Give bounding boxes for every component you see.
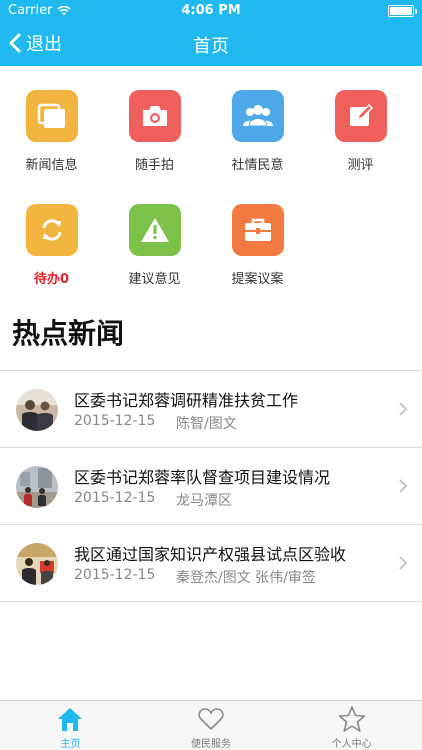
photo-tile xyxy=(128,90,181,142)
page-title: 首页 xyxy=(193,36,229,57)
tab-home[interactable]: 主页 xyxy=(0,701,141,750)
heart-icon xyxy=(198,708,224,731)
feature-review[interactable]: 测评 xyxy=(309,90,412,173)
home-icon xyxy=(58,708,83,731)
status-bar: Carrier 4:06 PM xyxy=(0,0,422,22)
tab-label: 便民服务 xyxy=(191,739,231,750)
chevron-right-icon xyxy=(399,556,408,570)
proposal-tile xyxy=(231,204,284,256)
feature-label: 测评 xyxy=(347,158,374,173)
feature-proposal[interactable]: 提案议案 xyxy=(206,204,309,287)
feature-label: 建议意见 xyxy=(128,272,181,287)
news-row[interactable]: 区委书记郑蓉率队督查项目建设情况 2015-12-15 龙马潭区 xyxy=(0,448,422,525)
feature-label: 社情民意 xyxy=(231,158,284,173)
nav-bar: 退出 首页 xyxy=(0,22,422,66)
news-date: 2015-12-15 xyxy=(74,490,156,506)
news-author: 龙马潭区 xyxy=(176,493,232,509)
todo-count-label: 待办0 xyxy=(33,272,70,287)
review-tile xyxy=(334,90,387,142)
app-header: Carrier 4:06 PM 退出 首页 xyxy=(0,0,422,66)
chevron-right-icon xyxy=(399,479,408,493)
news-date: 2015-12-15 xyxy=(74,567,156,583)
todo-tile xyxy=(25,204,78,256)
tab-bar: 主页 便民服务 个人中心 xyxy=(0,700,422,750)
news-title: 区委书记郑蓉调研精准扶贫工作 xyxy=(74,391,299,410)
edit-icon xyxy=(349,103,373,126)
tab-profile[interactable]: 个人中心 xyxy=(281,701,422,750)
status-time: 4:06 PM xyxy=(181,3,241,18)
section-title: 热点新闻 xyxy=(12,317,125,350)
news-row[interactable]: 我区通过国家知识产权强县试点区验收 2015-12-15 秦登杰/图文 张伟/审… xyxy=(0,525,422,602)
feature-opinion[interactable]: 社情民意 xyxy=(206,90,309,173)
warning-icon xyxy=(140,218,169,242)
briefcase-icon xyxy=(244,218,271,241)
news-row[interactable]: 区委书记郑蓉调研精准扶贫工作 2015-12-15 陈智/图文 xyxy=(0,371,422,448)
news-author: 秦登杰/图文 张伟/审签 xyxy=(176,570,316,586)
suggest-tile xyxy=(128,204,181,256)
people-icon xyxy=(242,105,273,127)
refresh-icon xyxy=(42,219,61,241)
chevron-right-icon xyxy=(399,402,408,416)
opinion-tile xyxy=(231,90,284,142)
news-tile xyxy=(25,90,78,142)
tab-label: 主页 xyxy=(60,739,81,750)
news-author: 陈智/图文 xyxy=(176,416,237,432)
news-window-icon xyxy=(37,103,65,128)
feature-label: 提案议案 xyxy=(231,272,284,287)
news-list: 区委书记郑蓉调研精准扶贫工作 2015-12-15 陈智/图文 区委书记郑蓉率队… xyxy=(0,370,422,602)
feature-suggest[interactable]: 建议意见 xyxy=(103,204,206,287)
feature-label: 新闻信息 xyxy=(25,158,78,173)
news-title: 区委书记郑蓉率队督查项目建设情况 xyxy=(74,468,331,487)
feature-todo[interactable]: 待办0 xyxy=(0,204,103,287)
tab-services[interactable]: 便民服务 xyxy=(141,701,282,750)
news-title: 我区通过国家知识产权强县试点区验收 xyxy=(74,545,347,564)
feature-photo[interactable]: 随手拍 xyxy=(103,90,206,173)
news-thumbnail xyxy=(16,543,58,585)
news-date: 2015-12-15 xyxy=(74,413,156,429)
feature-label: 随手拍 xyxy=(134,158,174,173)
camera-icon xyxy=(142,106,167,126)
tab-label: 个人中心 xyxy=(331,739,372,750)
news-thumbnail xyxy=(16,466,58,508)
news-thumbnail xyxy=(16,389,58,431)
feature-news[interactable]: 新闻信息 xyxy=(0,90,103,173)
star-icon xyxy=(338,706,365,732)
battery-icon xyxy=(388,5,417,17)
